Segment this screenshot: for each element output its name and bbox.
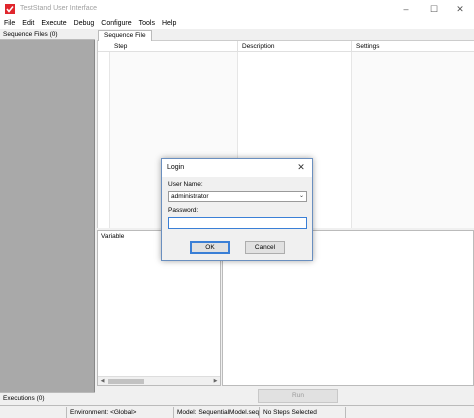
ok-button[interactable]: OK — [190, 241, 230, 254]
menu-tools[interactable]: Tools — [139, 18, 155, 29]
scroll-thumb[interactable] — [108, 379, 144, 384]
menu-bar: File Edit Execute Debug Configure Tools … — [0, 18, 474, 29]
horizontal-scrollbar[interactable]: ◀ ▶ — [98, 376, 220, 385]
password-field[interactable] — [168, 217, 307, 229]
executions-header[interactable]: Executions (0) — [0, 392, 95, 405]
menu-help[interactable]: Help — [162, 18, 176, 29]
sequence-files-header: Sequence Files (0) — [0, 29, 95, 40]
user-name-label: User Name: — [168, 181, 203, 188]
run-button[interactable]: Run — [258, 389, 338, 403]
teststand-logo-icon — [5, 4, 15, 14]
grid-header: Step Description Settings — [98, 41, 474, 52]
menu-configure[interactable]: Configure — [101, 18, 131, 29]
column-step[interactable]: Step — [110, 41, 238, 52]
user-name-value: administrator — [171, 193, 209, 200]
tab-strip: Sequence File — [97, 29, 474, 42]
menu-execute[interactable]: Execute — [41, 18, 66, 29]
minimize-button[interactable]: – — [392, 0, 420, 18]
status-environment: Environment: <Global> — [66, 407, 173, 418]
menu-edit[interactable]: Edit — [22, 18, 34, 29]
menu-file[interactable]: File — [4, 18, 15, 29]
status-model: Model: SequentialModel.seq — [173, 407, 259, 418]
status-steps: No Steps Selected — [259, 407, 345, 418]
close-icon[interactable]: ✕ — [295, 161, 307, 173]
user-name-select[interactable]: administrator ⌄ — [168, 191, 307, 202]
scroll-right-icon[interactable]: ▶ — [211, 377, 220, 385]
column-description[interactable]: Description — [238, 41, 352, 52]
status-empty — [345, 407, 474, 418]
variable-column-header: Variable — [101, 233, 125, 240]
title-bar: TestStand User Interface – ☐ ✕ — [0, 0, 474, 18]
cancel-button[interactable]: Cancel — [245, 241, 285, 254]
maximize-button[interactable]: ☐ — [420, 0, 448, 18]
column-settings[interactable]: Settings — [352, 41, 474, 52]
close-window-button[interactable]: ✕ — [446, 0, 474, 18]
status-bar: Environment: <Global> Model: SequentialM… — [0, 405, 474, 418]
login-dialog: Login ✕ User Name: administrator ⌄ Passw… — [161, 158, 313, 261]
scroll-left-icon[interactable]: ◀ — [98, 377, 107, 385]
execution-bar: Run — [97, 386, 474, 405]
row-gutter — [98, 52, 110, 228]
login-dialog-body: User Name: administrator ⌄ Password: OK … — [162, 177, 312, 260]
password-label: Password: — [168, 207, 199, 214]
window-title: TestStand User Interface — [20, 5, 98, 12]
login-dialog-title: Login — [167, 164, 185, 171]
sequence-files-panel[interactable]: Sequence Files (0) Executions (0) — [0, 29, 95, 405]
settings-column-body[interactable] — [352, 52, 474, 228]
menu-debug[interactable]: Debug — [74, 18, 95, 29]
chevron-down-icon[interactable]: ⌄ — [299, 192, 304, 201]
